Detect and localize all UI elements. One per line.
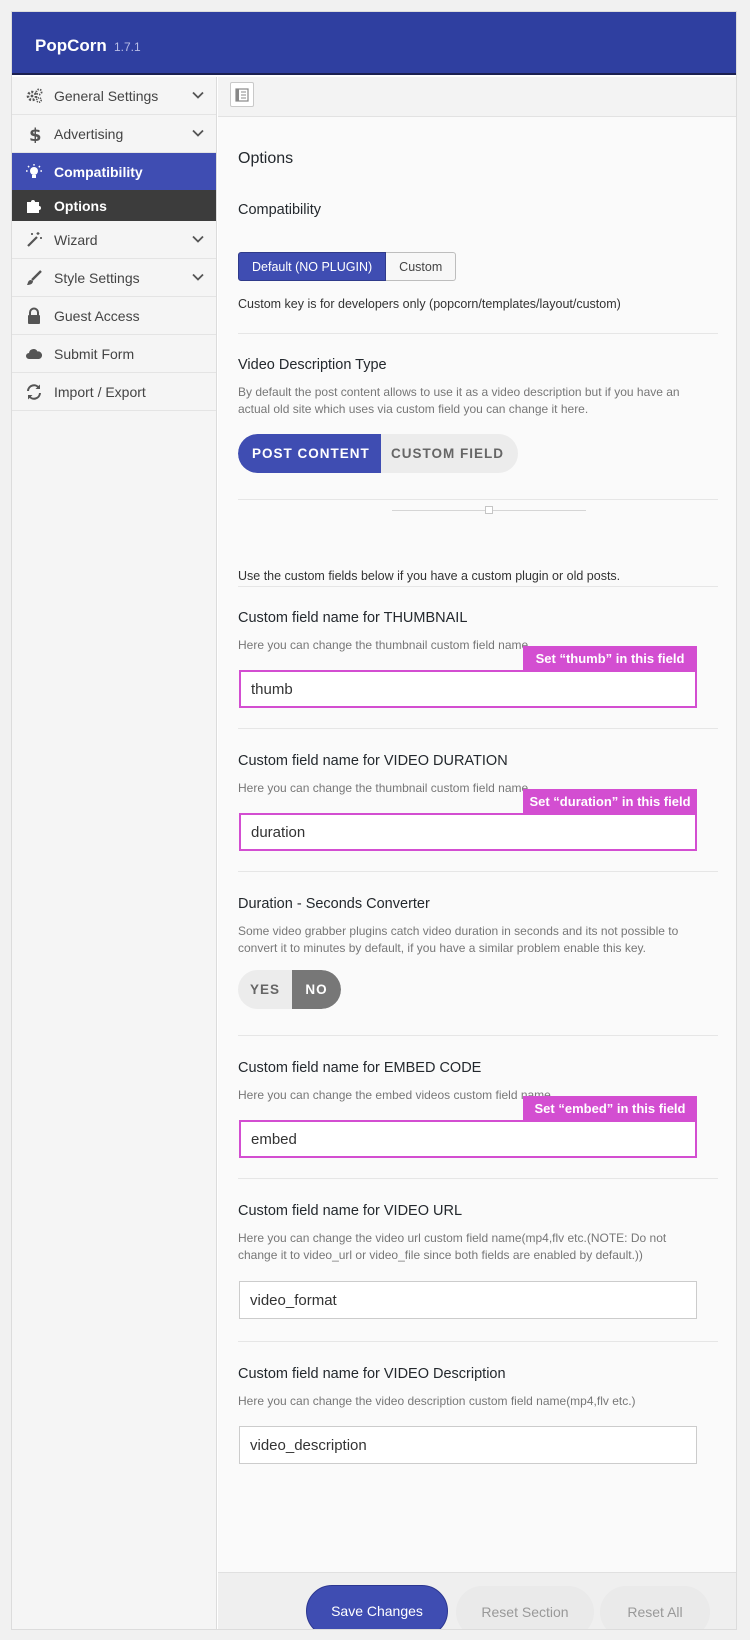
annotation-tag: Set “duration” in this field — [523, 789, 697, 813]
annotation-tag: Set “embed” in this field — [523, 1096, 697, 1120]
chevron-down-icon — [192, 235, 204, 243]
video-url-field-desc-2: change it to video_url or video_file sin… — [238, 1248, 643, 1262]
compatibility-buttonset: Default (NO PLUGIN) Custom — [238, 252, 457, 281]
converter-desc-1: Some video grabber plugins catch video d… — [238, 924, 679, 938]
panel-icon — [235, 87, 249, 102]
save-changes-button[interactable]: Save Changes — [306, 1585, 448, 1629]
compat-default-button[interactable]: Default (NO PLUGIN) — [238, 252, 387, 281]
footer-bar: Save Changes Reset Section Reset All — [218, 1572, 736, 1629]
sidebar-item-label: Guest Access — [54, 307, 140, 324]
app-version: 1.7.1 — [114, 40, 141, 54]
video-desc-type-switch: POST CONTENT CUSTOM FIELD — [238, 434, 518, 473]
magic-wand-icon — [25, 231, 43, 249]
divider — [238, 1035, 718, 1036]
sidebar-item-options[interactable]: Options — [12, 190, 216, 221]
sidebar-item-label: Options — [54, 197, 107, 214]
thumbnail-field-title: Custom field name for THUMBNAIL — [238, 610, 468, 626]
video-description-field-desc: Here you can change the video descriptio… — [238, 1394, 636, 1408]
options-panel: PopCorn 1.7.1 General Settings $ Adverti… — [11, 11, 737, 1630]
sidebar-item-wizard[interactable]: Wizard — [12, 221, 216, 259]
sidebar: General Settings $ Advertising Compatibi… — [12, 77, 217, 1629]
page-title: Options — [238, 150, 294, 167]
svg-text:$: $ — [29, 125, 42, 143]
option-custom-field[interactable]: CUSTOM FIELD — [381, 434, 518, 473]
refresh-icon — [25, 383, 43, 401]
video-desc-type-desc-1: By default the post content allows to us… — [238, 385, 680, 399]
video-url-field-input[interactable]: video_format — [239, 1281, 697, 1319]
duration-field-title: Custom field name for VIDEO DURATION — [238, 753, 508, 769]
option-no[interactable]: NO — [292, 970, 341, 1009]
divider — [238, 1341, 718, 1342]
sidebar-item-advertising[interactable]: $ Advertising — [12, 115, 216, 153]
expand-toggle-button[interactable] — [230, 82, 254, 107]
sidebar-item-label: Compatibility — [54, 163, 143, 180]
sidebar-item-general-settings[interactable]: General Settings — [12, 77, 216, 115]
divider — [238, 499, 718, 500]
lock-icon — [25, 307, 43, 325]
compatibility-note: Custom key is for developers only (popco… — [238, 297, 621, 311]
video-desc-type-desc-2: actual old site which uses via custom fi… — [238, 402, 589, 416]
sidebar-item-label: Style Settings — [54, 269, 140, 286]
thumbnail-field-desc: Here you can change the thumbnail custom… — [238, 638, 532, 652]
video-desc-type-title: Video Description Type — [238, 357, 387, 373]
sidebar-item-guest-access[interactable]: Guest Access — [12, 297, 216, 335]
sidebar-item-compatibility[interactable]: Compatibility — [12, 153, 216, 190]
divider — [238, 333, 718, 334]
sidebar-item-label: Advertising — [54, 125, 124, 142]
puzzle-icon — [25, 197, 43, 215]
embed-field-title: Custom field name for EMBED CODE — [238, 1060, 482, 1076]
cloud-icon — [25, 345, 43, 363]
section-separator-knob — [485, 506, 493, 514]
video-url-field-desc-1: Here you can change the video url custom… — [238, 1231, 667, 1245]
divider — [238, 1178, 718, 1179]
chevron-down-icon — [192, 273, 204, 281]
divider — [238, 728, 718, 729]
annotation-tag: Set “thumb” in this field — [523, 646, 697, 670]
video-description-field-title: Custom field name for VIDEO Description — [238, 1366, 506, 1382]
brush-icon — [25, 269, 43, 287]
duration-field-input[interactable]: duration — [239, 813, 697, 851]
dollar-icon: $ — [25, 125, 43, 143]
sidebar-item-label: General Settings — [54, 87, 159, 104]
duration-field-desc: Here you can change the thumbnail custom… — [238, 781, 532, 795]
converter-desc-2: convert it to minutes by default, if you… — [238, 941, 646, 955]
content-toolbar — [218, 77, 736, 117]
option-post-content[interactable]: POST CONTENT — [238, 434, 381, 473]
gears-icon — [25, 87, 43, 105]
embed-field-input[interactable]: embed — [239, 1120, 697, 1158]
sidebar-item-label: Wizard — [54, 231, 98, 248]
header: PopCorn 1.7.1 — [12, 12, 736, 75]
reset-section-button[interactable]: Reset Section — [456, 1586, 594, 1629]
sidebar-item-style-settings[interactable]: Style Settings — [12, 259, 216, 297]
reset-all-button[interactable]: Reset All — [600, 1586, 710, 1629]
compatibility-title: Compatibility — [238, 202, 321, 218]
app-name: PopCorn — [35, 36, 107, 55]
main-content: Options Compatibility Default (NO PLUGIN… — [218, 77, 736, 1629]
sidebar-item-submit-form[interactable]: Submit Form — [12, 335, 216, 373]
chevron-down-icon — [192, 129, 204, 137]
option-yes[interactable]: YES — [238, 970, 292, 1009]
converter-switch: YES NO — [238, 970, 341, 1009]
thumbnail-field-input[interactable]: thumb — [239, 670, 697, 708]
sidebar-item-label: Submit Form — [54, 345, 135, 362]
converter-title: Duration - Seconds Converter — [238, 896, 430, 912]
sidebar-item-import-export[interactable]: Import / Export — [12, 373, 216, 411]
video-url-field-title: Custom field name for VIDEO URL — [238, 1203, 463, 1219]
lightbulb-icon — [25, 163, 43, 181]
embed-field-desc: Here you can change the embed videos cus… — [238, 1088, 555, 1102]
divider — [238, 871, 718, 872]
compat-custom-button[interactable]: Custom — [386, 252, 457, 281]
sidebar-item-label: Import / Export — [54, 383, 146, 400]
custom-fields-note: Use the custom fields below if you have … — [238, 569, 621, 583]
chevron-down-icon — [192, 91, 204, 99]
video-description-field-input[interactable]: video_description — [239, 1426, 697, 1464]
divider — [238, 586, 718, 587]
